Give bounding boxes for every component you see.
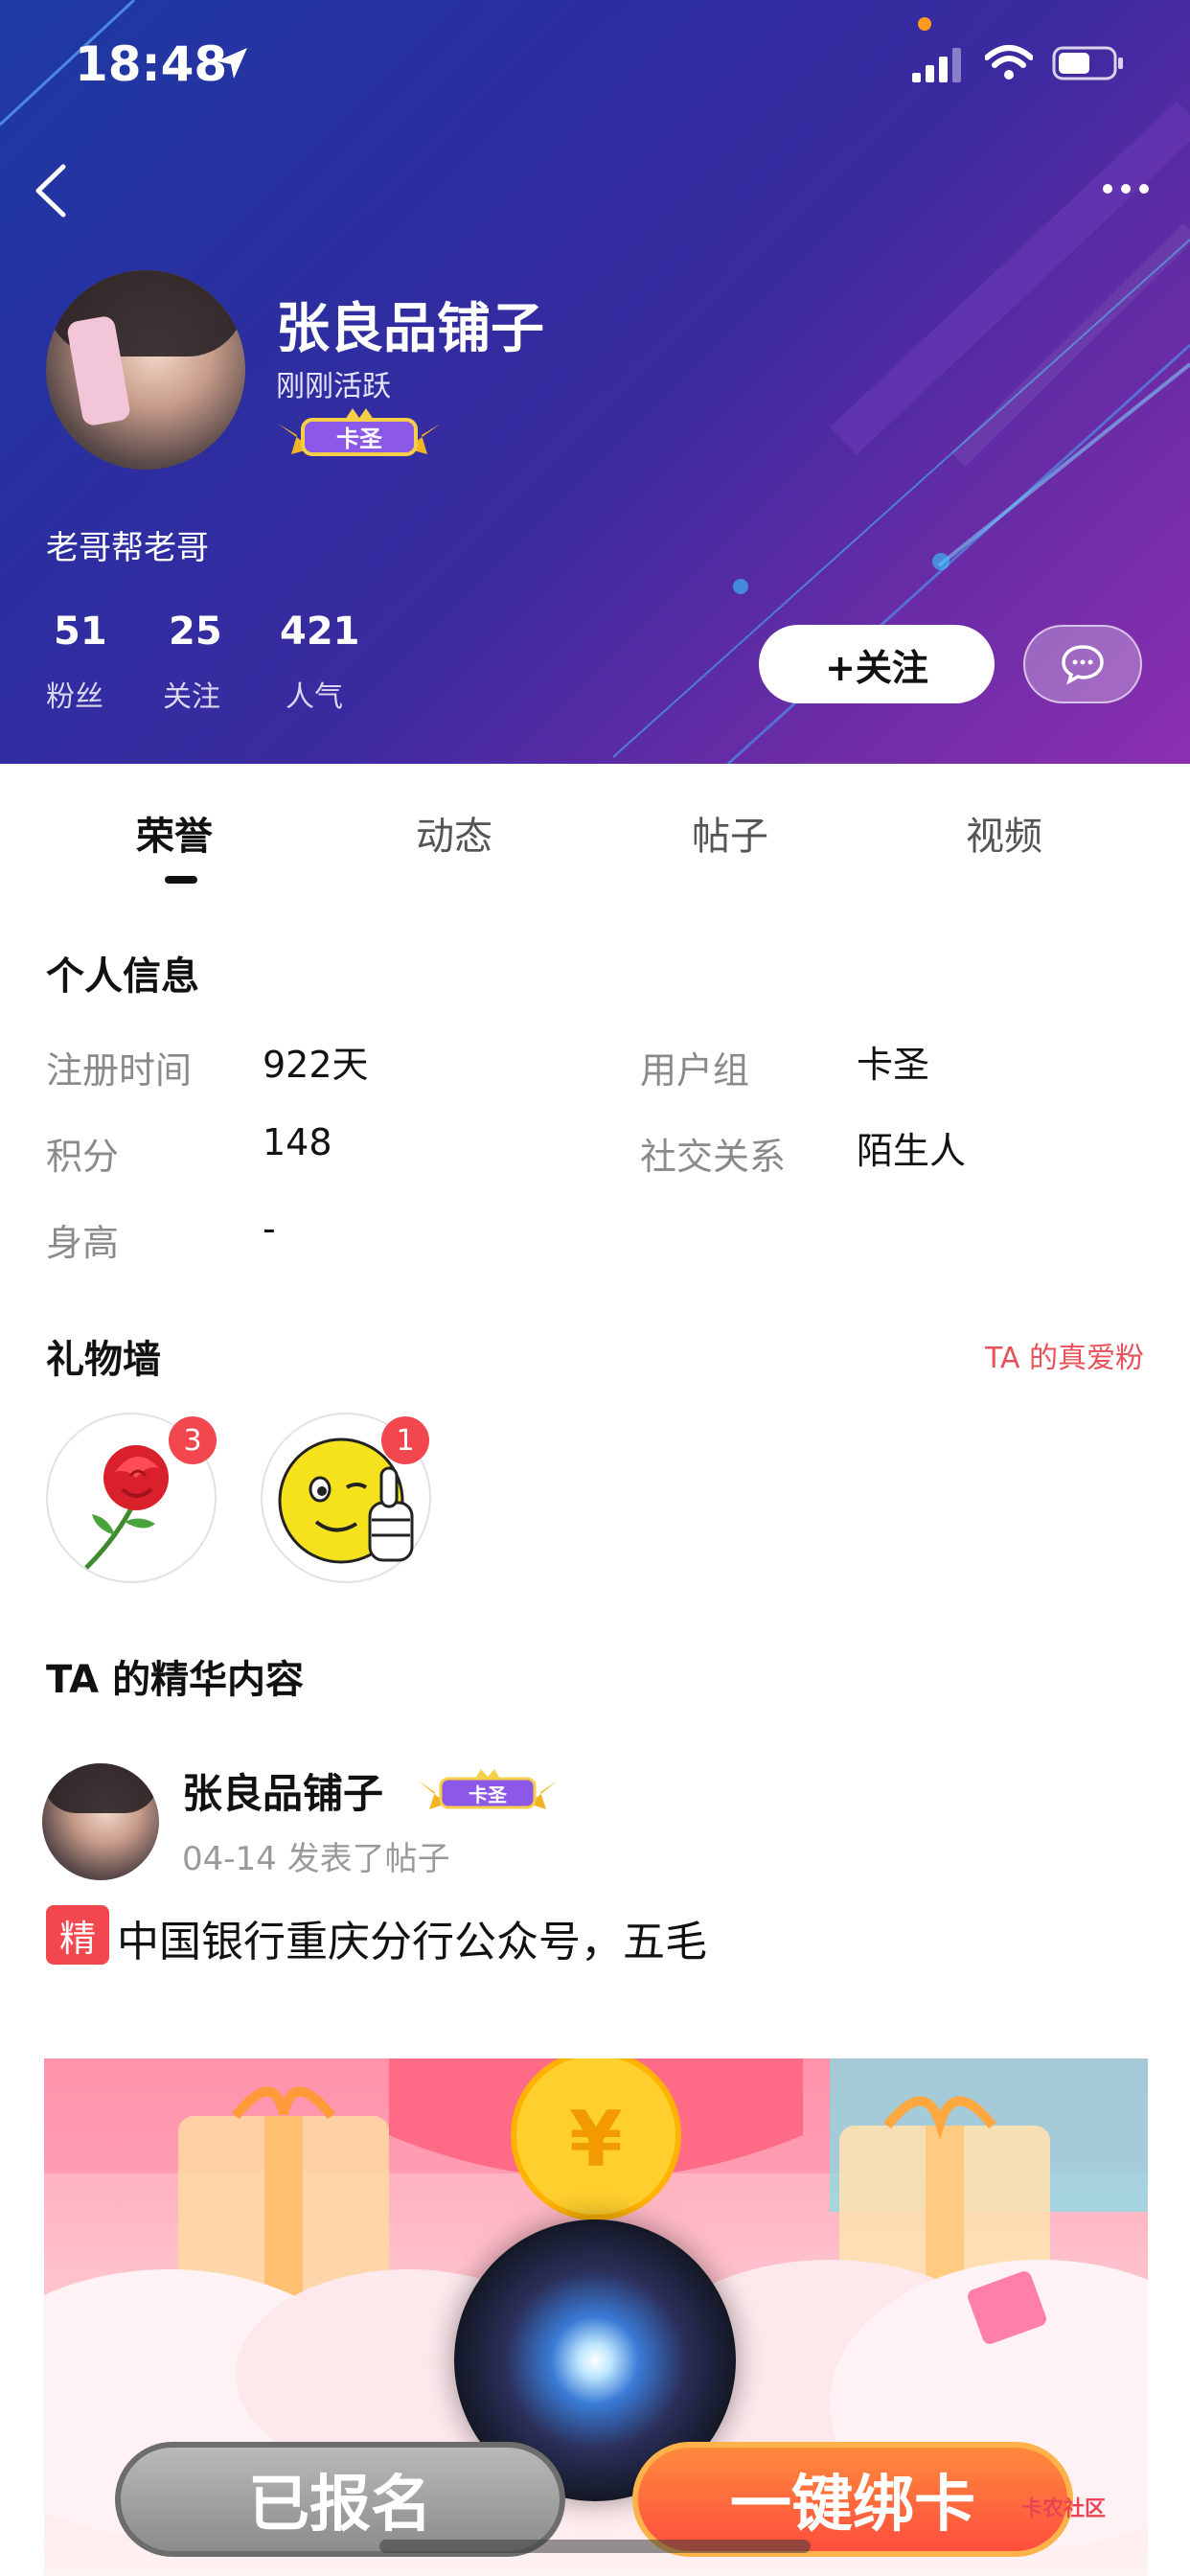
registration-time-value: 922天 bbox=[263, 1044, 369, 1086]
author-rank-badge: 卡圣 bbox=[418, 1769, 558, 1809]
rank-badge: 卡圣 bbox=[278, 408, 441, 456]
user-bio: 老哥帮老哥 bbox=[46, 529, 209, 567]
back-icon[interactable] bbox=[29, 161, 71, 220]
privacy-indicator-dot bbox=[918, 17, 931, 31]
rank-badge-text: 卡圣 bbox=[336, 426, 383, 452]
active-tab-indicator bbox=[165, 876, 197, 884]
status-time: 18:48 bbox=[75, 36, 228, 92]
watermark: 卡农社区 bbox=[1021, 2497, 1107, 2521]
personal-info-title: 个人信息 bbox=[46, 954, 199, 999]
points-label: 积分 bbox=[46, 1136, 120, 1178]
battery-icon bbox=[1052, 46, 1123, 80]
chat-bubble-icon bbox=[1062, 645, 1104, 685]
social-relation-value: 陌生人 bbox=[857, 1130, 967, 1172]
profile-header: 18:48 张良品铺子 刚刚活跃 卡圣 老哥帮老哥 51 粉丝 25 关注 42… bbox=[0, 0, 1190, 764]
home-indicator[interactable] bbox=[379, 2540, 811, 2553]
tab-videos[interactable]: 视频 bbox=[966, 805, 1042, 861]
user-group-value: 卡圣 bbox=[857, 1044, 930, 1086]
gift-wall-title: 礼物墙 bbox=[46, 1338, 161, 1382]
points-value: 148 bbox=[263, 1121, 332, 1163]
registration-time-label: 注册时间 bbox=[46, 1049, 193, 1092]
author-rank-badge-text: 卡圣 bbox=[469, 1783, 508, 1806]
activity-status: 刚刚活跃 bbox=[276, 370, 391, 403]
user-group-label: 用户组 bbox=[640, 1049, 750, 1092]
author-avatar[interactable] bbox=[42, 1763, 159, 1880]
author-name[interactable]: 张良品铺子 bbox=[182, 1761, 383, 1820]
popularity-label: 人气 bbox=[286, 680, 343, 714]
location-arrow-icon bbox=[217, 48, 247, 79]
following-label[interactable]: 关注 bbox=[163, 673, 220, 715]
gift-count-badge: 3 bbox=[169, 1416, 217, 1464]
followers-label[interactable]: 粉丝 bbox=[46, 673, 103, 715]
username: 张良品铺子 bbox=[276, 298, 544, 360]
followers-count[interactable]: 51 bbox=[54, 610, 107, 654]
tab-honor[interactable]: 荣誉 bbox=[136, 805, 213, 861]
more-options-icon[interactable] bbox=[1102, 182, 1150, 196]
essence-tag: 精 bbox=[46, 1905, 109, 1965]
message-button[interactable] bbox=[1023, 625, 1142, 703]
height-label: 身高 bbox=[46, 1222, 120, 1264]
wifi-icon bbox=[985, 45, 1033, 80]
true-fans-link[interactable]: TA 的真爱粉 bbox=[985, 1334, 1144, 1376]
cellular-signal-icon bbox=[912, 48, 961, 82]
user-avatar[interactable] bbox=[46, 270, 245, 470]
follow-button[interactable]: +关注 bbox=[759, 625, 995, 703]
featured-content-title: TA 的精华内容 bbox=[46, 1658, 305, 1702]
gift-count-badge: 1 bbox=[381, 1416, 429, 1464]
height-value: - bbox=[263, 1208, 276, 1250]
post-title[interactable]: 中国银行重庆分行公众号，五毛 bbox=[117, 1907, 707, 1968]
popularity-count: 421 bbox=[280, 610, 360, 654]
social-relation-label: 社交关系 bbox=[640, 1136, 787, 1178]
svg-text:¥: ¥ bbox=[569, 2095, 623, 2184]
post-meta: 04-14 发表了帖子 bbox=[182, 1840, 450, 1878]
tab-activity[interactable]: 动态 bbox=[416, 805, 492, 861]
following-count[interactable]: 25 bbox=[169, 610, 222, 654]
tab-posts[interactable]: 帖子 bbox=[692, 805, 768, 861]
